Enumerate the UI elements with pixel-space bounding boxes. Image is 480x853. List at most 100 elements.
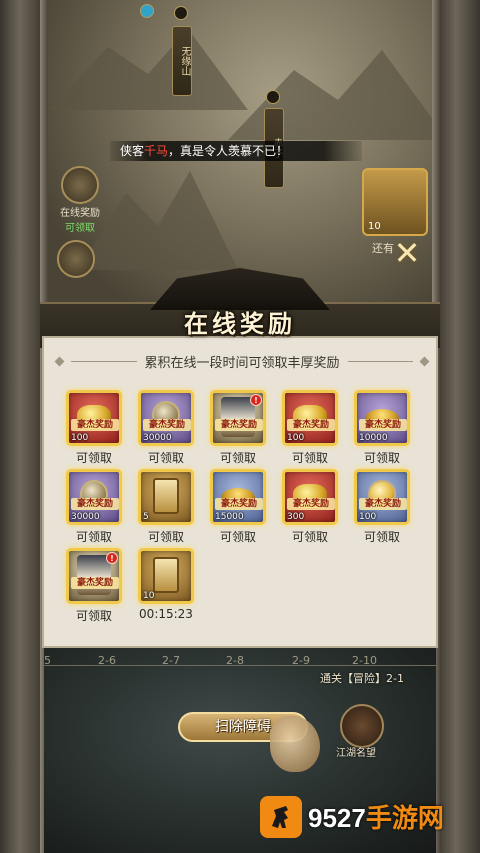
chat-message: ，真是令人羡慕不已！ [168, 144, 289, 158]
chat-player-name: 千马 [144, 144, 169, 158]
close-icon[interactable]: ✕ [390, 236, 424, 270]
activity-icon [57, 240, 95, 278]
scroll-roll-right [436, 0, 480, 853]
divider [71, 360, 137, 362]
mountain-art [228, 50, 432, 140]
stage-node-label[interactable]: 2-10 [352, 654, 377, 667]
reward-quantity: 100 [71, 433, 89, 443]
reward-status: 可领取 [291, 530, 328, 544]
reward-slot[interactable]: 豪杰奖励 30000 可领取 [66, 469, 122, 544]
reward-box[interactable]: 豪杰奖励 30000 [66, 469, 122, 525]
reward-status: 可领取 [363, 530, 400, 544]
reward-stamp: 豪杰奖励 [215, 498, 263, 510]
reward-slot[interactable]: 豪杰奖励 10000 可领取 [354, 390, 410, 465]
reward-quantity: 30000 [143, 433, 172, 443]
stage-node-label[interactable]: 5 [44, 654, 51, 667]
online-reward-icon [61, 166, 99, 204]
reward-slot[interactable]: 豪杰奖励 100 可领取 [354, 469, 410, 544]
online-reward-status: 可领取 [65, 223, 95, 234]
sweep-ticket-count: 10 [368, 221, 381, 232]
stage-node-label[interactable]: 2-9 [292, 654, 310, 667]
reward-slot[interactable]: 豪杰奖励! 可领取 [66, 548, 122, 623]
reward-box[interactable]: 豪杰奖励! [66, 548, 122, 604]
reward-status: 可领取 [219, 451, 256, 465]
reward-stamp: 豪杰奖励 [287, 419, 335, 431]
sweep-ticket-card[interactable]: 10 [362, 168, 428, 236]
online-reward-entry[interactable]: 在线奖励 可领取 [50, 166, 110, 234]
reward-stamp: 豪杰奖励 [215, 419, 263, 431]
reward-box[interactable]: 10 [138, 548, 194, 604]
reward-slot[interactable]: 豪杰奖励! 可领取 [210, 390, 266, 465]
reward-status: 可领取 [363, 451, 400, 465]
horse-logo-icon [260, 796, 302, 838]
reward-quantity: 100 [287, 433, 305, 443]
reward-quantity: 10 [143, 591, 155, 601]
reward-box[interactable]: 5 [138, 469, 194, 525]
progress-text: 通关【冒险】2-1 [320, 672, 404, 685]
reward-slot[interactable]: 豪杰奖励 300 可领取 [282, 469, 338, 544]
sweep-ticket-icon [153, 478, 179, 514]
reward-quantity: 300 [287, 512, 305, 522]
reward-box[interactable]: 豪杰奖励 100 [282, 390, 338, 446]
alert-badge-icon: ! [106, 552, 118, 564]
reward-slot[interactable]: 豪杰奖励 30000 可领取 [138, 390, 194, 465]
reward-quantity: 100 [359, 512, 377, 522]
reward-stamp: 豪杰奖励 [359, 419, 407, 431]
reward-stamp: 豪杰奖励 [71, 577, 119, 589]
reward-slot[interactable]: 10 00:15:23 [138, 548, 194, 622]
reward-quantity: 10000 [359, 433, 388, 443]
reputation-label: 江湖名望 [336, 748, 376, 759]
reward-slot[interactable]: 豪杰奖励 100 可领取 [282, 390, 338, 465]
reward-quantity: 5 [143, 512, 149, 522]
reward-slot[interactable]: 豪杰奖励 100 可领取 [66, 390, 122, 465]
stage-node-label[interactable]: 2-7 [162, 654, 180, 667]
sweep-ticket-icon [153, 557, 179, 593]
reward-box[interactable]: 豪杰奖励 10000 [354, 390, 410, 446]
reward-status: 可领取 [75, 451, 112, 465]
reward-status: 可领取 [291, 451, 328, 465]
diamond-ornament [54, 356, 65, 366]
reward-stamp: 豪杰奖励 [71, 419, 119, 431]
reward-box[interactable]: 豪杰奖励 15000 [210, 469, 266, 525]
watermark-text: 9527手游网 [308, 798, 444, 835]
online-reward-panel: 累积在线一段时间可领取丰厚奖励 豪杰奖励 100 可领取 豪杰奖励 30000 可领取 豪杰… [42, 336, 438, 648]
reputation-button[interactable] [340, 704, 384, 748]
reward-stamp: 豪杰奖励 [359, 498, 407, 510]
divider [347, 360, 414, 362]
reward-box[interactable]: 豪杰奖励! [210, 390, 266, 446]
stage-node-label[interactable]: 2-6 [98, 654, 116, 667]
reward-status: 可领取 [147, 451, 184, 465]
reward-slot[interactable]: 豪杰奖励 15000 可领取 [210, 469, 266, 544]
stage-node-label[interactable]: 2-8 [226, 654, 244, 667]
chat-broadcast: 侠客千马，真是令人羡慕不已！ [110, 141, 362, 161]
alert-badge-icon: ! [250, 394, 262, 406]
reward-box[interactable]: 豪杰奖励 300 [282, 469, 338, 525]
reward-stamp: 豪杰奖励 [287, 498, 335, 510]
side-activity-entry[interactable] [46, 240, 106, 278]
reward-status: 可领取 [147, 530, 184, 544]
location-pin-icon[interactable] [140, 4, 154, 18]
reward-quantity: 15000 [215, 512, 244, 522]
diamond-ornament [419, 356, 430, 366]
tower-top-icon [174, 6, 188, 20]
reward-stamp: 豪杰奖励 [71, 498, 119, 510]
watermark-brand: 手游网 [365, 803, 444, 833]
reward-slot[interactable]: 5 可领取 [138, 469, 194, 544]
reward-box[interactable]: 豪杰奖励 100 [354, 469, 410, 525]
reward-box[interactable]: 豪杰奖励 30000 [138, 390, 194, 446]
subtitle-row: 累积在线一段时间可领取丰厚奖励 [54, 352, 430, 371]
scroll-roll-left [0, 0, 44, 853]
mountain-art [48, 29, 248, 110]
reward-status: 可领取 [75, 530, 112, 544]
reward-countdown: 00:15:23 [139, 607, 193, 621]
online-reward-label: 在线奖励 [60, 208, 100, 219]
reward-box[interactable]: 豪杰奖励 100 [66, 390, 122, 446]
reward-status: 可领取 [75, 609, 112, 623]
reward-status: 可领取 [219, 530, 256, 544]
map-tower-left[interactable]: 无缘山 [172, 26, 192, 96]
watermark-number: 9527 [308, 803, 366, 833]
reward-quantity: 30000 [71, 512, 100, 522]
reward-stamp: 豪杰奖励 [143, 419, 191, 431]
tower-top-icon [266, 90, 280, 104]
panel-subtitle: 累积在线一段时间可领取丰厚奖励 [144, 355, 340, 371]
